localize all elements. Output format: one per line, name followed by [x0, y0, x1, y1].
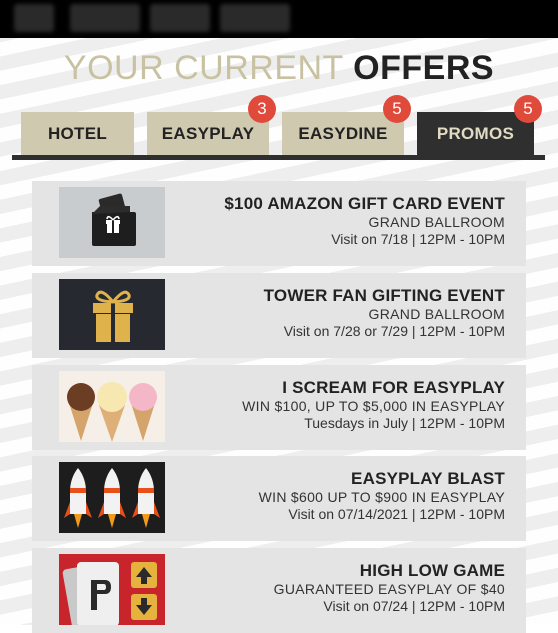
offer-title: TOWER FAN GIFTING EVENT [263, 286, 505, 305]
offer-text: TOWER FAN GIFTING EVENT GRAND BALLROOM V… [264, 285, 505, 340]
tab-easydine[interactable]: EASYDINE [282, 112, 404, 156]
top-bar [0, 0, 558, 38]
tab-easyplay[interactable]: EASYPLAY [147, 112, 269, 156]
rockets-icon [59, 462, 165, 533]
offer-details: Visit on 7/28 or 7/29 | 12PM - 10PM [283, 323, 505, 339]
redacted-block [220, 4, 290, 32]
offer-subtitle: WIN $600 UP TO $900 IN EASYPLAY [258, 489, 505, 505]
offer-subtitle: GUARANTEED EASYPLAY OF $40 [273, 581, 505, 597]
offer-title: HIGH LOW GAME [359, 561, 505, 580]
tab-promos[interactable]: PROMOS [417, 112, 534, 156]
offer-text: $100 AMAZON GIFT CARD EVENT GRAND BALLRO… [224, 193, 505, 248]
redacted-block [70, 4, 140, 32]
redacted-block [150, 4, 210, 32]
offer-subtitle: WIN $100, UP TO $5,000 IN EASYPLAY [242, 398, 505, 414]
tab-label: EASYDINE [298, 124, 388, 143]
offer-subtitle: GRAND BALLROOM [368, 306, 505, 322]
gift-box-icon [59, 279, 165, 350]
offer-card[interactable]: TOWER FAN GIFTING EVENT GRAND BALLROOM V… [32, 273, 526, 358]
tab-label: PROMOS [436, 124, 515, 143]
offer-title: I SCREAM FOR EASYPLAY [282, 378, 505, 397]
offer-details: Tuesdays in July | 12PM - 10PM [304, 415, 505, 431]
offer-card[interactable]: HIGH LOW GAME GUARANTEED EASYPLAY OF $40… [32, 548, 526, 633]
easyplay-count-badge: 3 [248, 95, 276, 123]
page-title-bold: OFFERS [353, 49, 495, 87]
offer-details: Visit on 7/18 | 12PM - 10PM [331, 231, 505, 247]
page-title: YOUR CURRENT OFFERS [0, 48, 558, 88]
offer-card[interactable]: $100 AMAZON GIFT CARD EVENT GRAND BALLRO… [32, 181, 526, 266]
offer-subtitle: GRAND BALLROOM [368, 214, 505, 230]
redacted-block [14, 4, 54, 32]
ice-cream-icon [59, 371, 165, 442]
high-low-cards-icon [59, 554, 165, 625]
tab-label: EASYPLAY [161, 124, 255, 143]
promos-count-badge: 5 [514, 95, 542, 123]
offer-title: EASYPLAY BLAST [351, 469, 505, 488]
tab-underline [12, 155, 545, 160]
offer-card[interactable]: I SCREAM FOR EASYPLAY WIN $100, UP TO $5… [32, 365, 526, 450]
offer-details: Visit on 07/24 | 12PM - 10PM [323, 598, 505, 614]
tab-hotel[interactable]: HOTEL [21, 112, 134, 156]
offer-title: $100 AMAZON GIFT CARD EVENT [224, 194, 505, 213]
offer-text: I SCREAM FOR EASYPLAY WIN $100, UP TO $5… [242, 377, 505, 432]
tab-label: HOTEL [47, 124, 108, 143]
gift-card-icon [59, 187, 165, 258]
easydine-count-badge: 5 [383, 95, 411, 123]
offer-details: Visit on 07/14/2021 | 12PM - 10PM [288, 506, 505, 522]
offer-text: HIGH LOW GAME GUARANTEED EASYPLAY OF $40… [274, 560, 505, 615]
page-title-light: YOUR CURRENT [63, 49, 354, 87]
offer-text: EASYPLAY BLAST WIN $600 UP TO $900 IN EA… [259, 468, 505, 523]
offer-card[interactable]: EASYPLAY BLAST WIN $600 UP TO $900 IN EA… [32, 456, 526, 541]
